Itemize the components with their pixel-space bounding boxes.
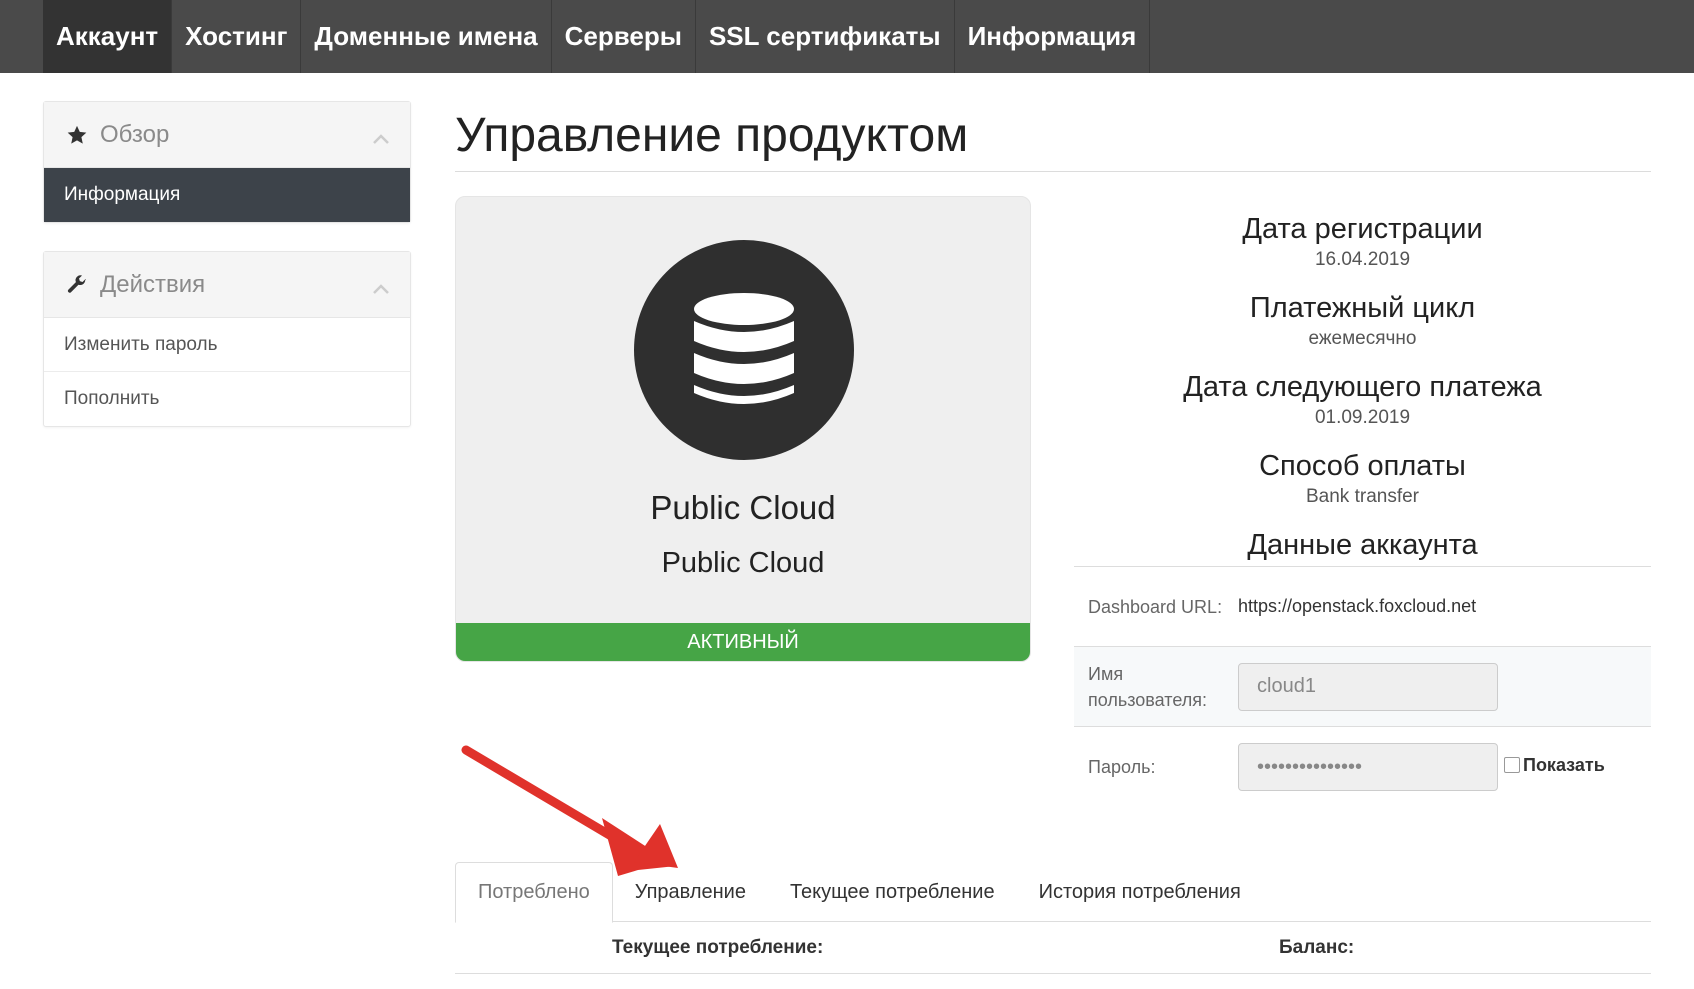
nav-item-domains[interactable]: Доменные имена [301,0,552,73]
info-registration: Дата регистрации 16.04.2019 [1074,210,1651,289]
star-icon [64,122,90,148]
chevron-up-icon[interactable] [372,124,390,152]
info-next-due: Дата следующего платежа 01.09.2019 [1074,368,1651,447]
account-data-table: Dashboard URL: https://openstack.foxclou… [1074,566,1651,807]
info-payment-method: Способ оплаты Bank transfer [1074,447,1651,526]
product-group: Public Cloud [661,547,825,579]
usage-summary: Текущее потребление: Баланс: [455,922,1651,974]
table-row: Имя пользователя: cloud1 [1074,647,1651,727]
info-label: Дата регистрации [1242,213,1483,245]
show-password-checkbox[interactable] [1504,757,1520,773]
show-password-label: Показать [1523,754,1605,775]
product-card: Public Cloud Public Cloud АКТИВНЫЙ [455,196,1031,662]
info-value: Bank transfer [1306,486,1419,507]
nav-item-servers[interactable]: Серверы [552,0,696,73]
status-badge: АКТИВНЫЙ [456,623,1030,661]
sidebar-actions-panel: Действия Изменить пароль Пополнить [43,251,411,427]
info-label: Способ оплаты [1259,450,1466,482]
title-divider [455,171,1651,172]
info-label: Платежный цикл [1249,292,1476,324]
nav-item-hosting[interactable]: Хостинг [172,0,302,73]
actions-panel-header[interactable]: Действия [44,252,410,318]
wrench-icon [64,272,90,298]
product-info: Дата регистрации 16.04.2019 Платежный ци… [1074,210,1651,564]
product-name: Public Cloud [650,489,836,526]
tab-consumed[interactable]: Потреблено [455,862,613,923]
nav-item-information[interactable]: Информация [955,0,1151,73]
page-title: Управление продуктом [455,109,969,162]
info-value: ежемесячно [1308,328,1417,349]
dashboard-url-label: Dashboard URL: [1088,596,1223,617]
usage-tabs: Потреблено Управление Текущее потреблени… [455,862,1651,923]
tab-management[interactable]: Управление [613,862,768,922]
info-label: Дата следующего платежа [1183,371,1542,403]
account-data-title: Данные аккаунта [1247,529,1478,561]
current-usage-label: Текущее потребление: [612,937,824,958]
dashboard-url-link[interactable]: https://openstack.foxcloud.net [1238,596,1476,617]
password-field[interactable]: ••••••••••••••• [1238,743,1498,791]
top-navigation: Аккаунт Хостинг Доменные имена Серверы S… [0,0,1694,73]
overview-panel-header[interactable]: Обзор [44,102,410,168]
sidebar-overview-panel: Обзор Информация [43,101,411,223]
nav-item-account[interactable]: Аккаунт [43,0,173,73]
chevron-up-icon[interactable] [372,274,390,302]
tab-current-usage[interactable]: Текущее потребление [768,862,1017,922]
table-row: Dashboard URL: https://openstack.foxclou… [1074,567,1651,647]
info-billing-cycle: Платежный цикл ежемесячно [1074,289,1651,368]
table-row: Пароль: ••••••••••••••• Показать [1074,727,1651,807]
tab-usage-history[interactable]: История потребления [1017,862,1263,922]
show-password-toggle[interactable]: Показать [1504,755,1605,776]
info-value: 01.09.2019 [1314,407,1411,428]
sidebar-item-top-up[interactable]: Пополнить [44,372,410,426]
info-value: 16.04.2019 [1314,249,1411,270]
database-icon [634,240,854,460]
password-label: Пароль: [1088,757,1156,777]
sidebar-item-information[interactable]: Информация [44,168,410,222]
actions-panel-title: Действия [100,270,206,298]
nav-item-ssl[interactable]: SSL сертификаты [696,0,955,73]
sidebar-item-change-password[interactable]: Изменить пароль [44,318,410,372]
username-field[interactable]: cloud1 [1238,662,1498,711]
arrow-annotation [461,745,678,876]
balance-label: Баланс: [1279,937,1355,958]
overview-panel-title: Обзор [100,120,170,148]
username-label: Имя пользователя: [1088,663,1207,710]
